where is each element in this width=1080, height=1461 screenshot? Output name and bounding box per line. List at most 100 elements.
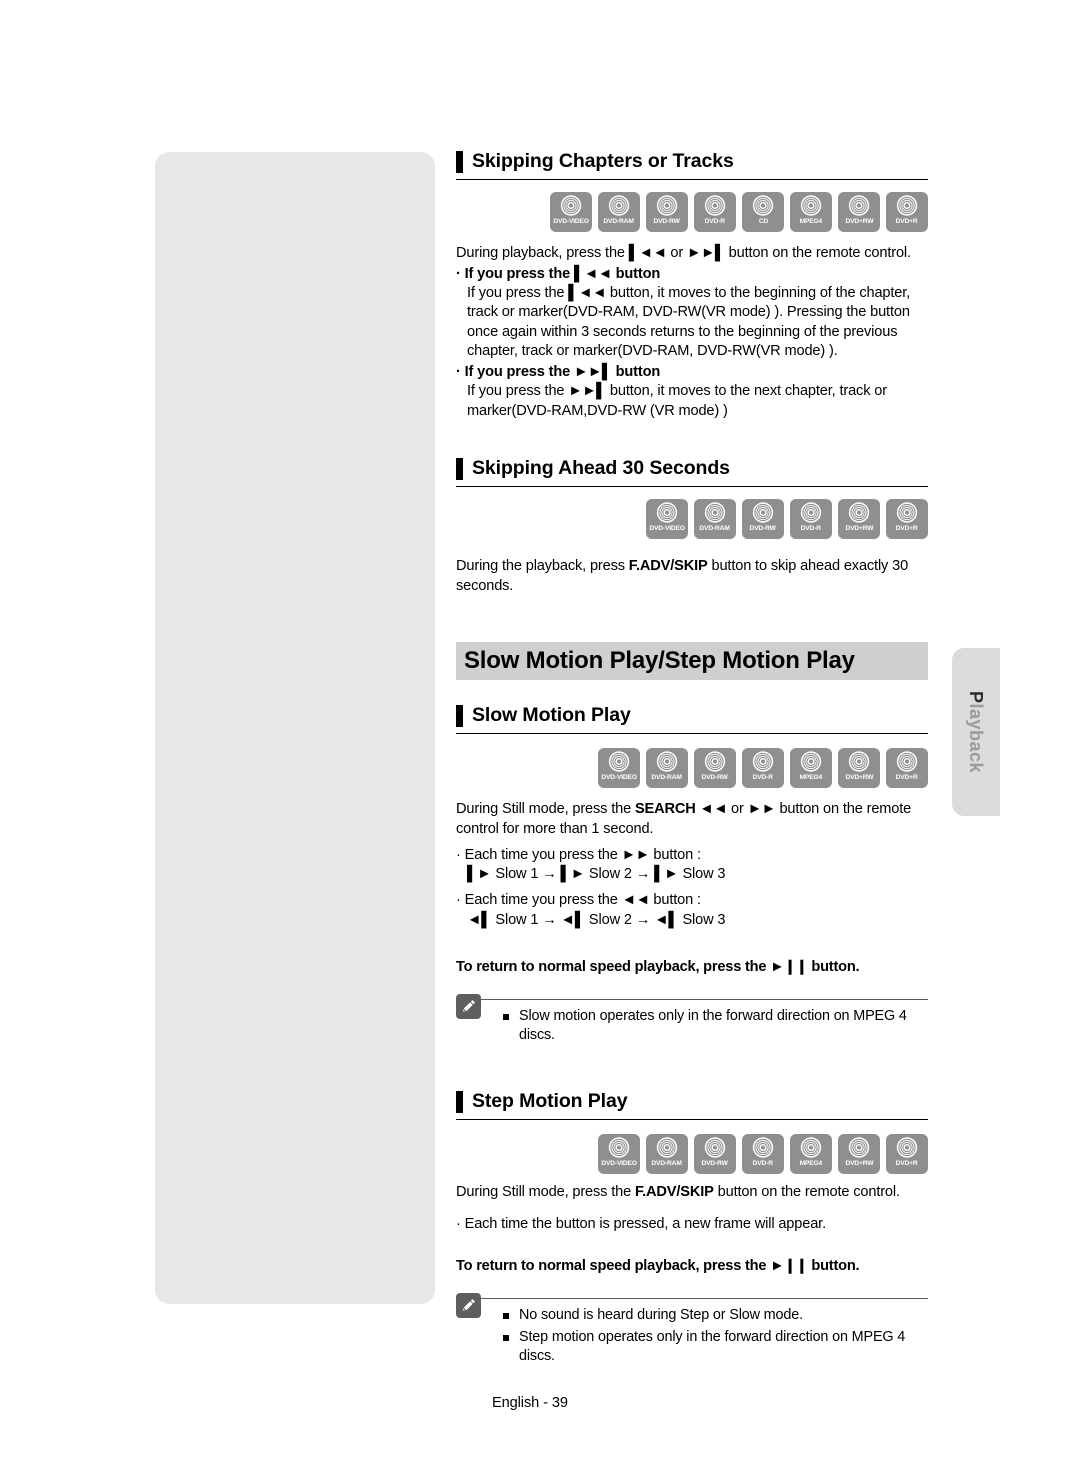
note-pencil-icon (456, 993, 481, 1019)
disc-glyph-icon (560, 195, 582, 216)
disc-glyph-icon (608, 1137, 630, 1158)
disc-icon-mpeg4: MPEG4 (790, 1133, 832, 1174)
disc-icon-label: DVD-RW (653, 218, 681, 225)
list-item-post: button : (649, 846, 701, 863)
disc-icon-mpeg4: MPEG4 (790, 748, 832, 789)
section-heading-slow-motion-play: Slow Motion Play (456, 702, 928, 735)
bullet-head-pre: · If you press the (456, 265, 574, 282)
disc-glyph-icon (896, 751, 918, 773)
intro-text-post: button on the remote control. (713, 1183, 900, 1200)
disc-icon-label: DVD-RW (701, 1159, 729, 1167)
step-motion-return-note: To return to normal speed playback, pres… (456, 1256, 928, 1276)
disc-icon-dvd-plus-r: DVD+R (886, 499, 928, 540)
rewind-glyph-icon: ◄◄ (695, 801, 728, 818)
bullet-head-prev-button: · If you press the ▌◄◄ button (456, 264, 928, 284)
prev-track-glyph-icon: ▌◄◄ (628, 245, 667, 261)
disc-icon-dvd-video: DVD-VIDEO (646, 499, 688, 540)
disc-icon-dvd-plus-r: DVD+R (886, 748, 928, 789)
note-item: Step motion operates only in the forward… (502, 1328, 928, 1367)
next-track-glyph-icon: ►►▌ (687, 245, 725, 261)
note-list-step-motion: No sound is heard during Step or Slow mo… (502, 1306, 928, 1367)
bullet-head-post: button (611, 265, 661, 282)
section-heading-step-motion-play: Step Motion Play (456, 1088, 928, 1120)
disc-icon-label: DVD-VIDEO (553, 218, 589, 225)
fast-forward-glyph-icon: ►► (747, 801, 776, 818)
disc-icon-dvd-plus-rw: DVD+RW (838, 499, 880, 540)
intro-text-pre: During playback, press the (456, 245, 629, 261)
section-heading-skipping-chapters: Skipping Chapters or Tracks (456, 148, 928, 180)
note-item: Slow motion operates only in the forward… (502, 1007, 928, 1046)
disc-glyph-icon (848, 1137, 870, 1158)
list-item-post: button : (649, 892, 701, 909)
skipping-chapters-intro: During playback, press the ▌◄◄ or ►►▌ bu… (456, 244, 928, 264)
bullet-head-pre: · If you press the (456, 363, 574, 380)
disc-icon-label: DVD-R (704, 218, 726, 225)
disc-glyph-icon (752, 751, 774, 773)
disc-icon-dvd-ram: DVD-RAM (694, 499, 736, 540)
disc-icon-label: DVD-RW (701, 774, 729, 782)
disc-icon-dvd-rw: DVD-RW (694, 1133, 736, 1174)
intro-text-mid: or (666, 245, 688, 261)
left-decorative-panel (155, 152, 435, 1304)
disc-glyph-icon (608, 751, 630, 773)
disc-icon-dvd-plus-r: DVD+R (886, 1133, 928, 1174)
disc-icon-row-skipping-ahead: DVD-VIDEO DVD-RAM DVD-RW DVD-R DVD+RW DV… (456, 499, 928, 540)
disc-icon-cd: CD (742, 192, 784, 232)
step-motion-list-item: · Each time the button is pressed, a new… (456, 1215, 826, 1232)
note-pencil-icon (456, 1293, 481, 1319)
disc-icon-label: MPEG4 (799, 774, 823, 782)
disc-glyph-icon (752, 1137, 774, 1158)
list-item-pre: · Each time you press the (456, 892, 622, 909)
disc-glyph-icon (656, 502, 678, 523)
button-name-search: SEARCH (634, 801, 696, 818)
page-footer: English - 39 (492, 1395, 568, 1412)
disc-glyph-icon (800, 751, 822, 773)
disc-icon-dvd-plus-r: DVD+R (886, 192, 928, 232)
disc-icon-dvd-ram: DVD-RAM (646, 748, 688, 789)
next-track-glyph-icon: ►►▌ (573, 363, 612, 380)
disc-icon-label: DVD-R (752, 1159, 774, 1167)
intro-text-post: button on the remote control. (724, 245, 911, 261)
disc-icon-row-step-motion: DVD-VIDEO DVD-RAM DVD-RW DVD-R MPEG4 DVD… (456, 1133, 928, 1174)
slow-motion-step-forward-head: · Each time you press the ►► button : (456, 846, 928, 866)
disc-icon-dvd-video: DVD-VIDEO (598, 1133, 640, 1174)
bullet-head-post: button (611, 363, 661, 380)
slow-motion-return-note: To return to normal speed playback, pres… (456, 957, 928, 977)
disc-icon-row-slow-motion: DVD-VIDEO DVD-RAM DVD-RW DVD-R MPEG4 DVD… (456, 748, 928, 789)
disc-icon-label: DVD-VIDEO (601, 1159, 637, 1167)
disc-icon-dvd-plus-rw: DVD+RW (838, 748, 880, 789)
intro-text-mid: or (727, 801, 748, 818)
disc-glyph-icon (656, 751, 678, 773)
step-motion-intro: During Still mode, press the F.ADV/SKIP … (456, 1183, 928, 1203)
disc-glyph-icon (800, 502, 822, 523)
prev-track-glyph-icon: ▌◄◄ (568, 284, 607, 301)
disc-icon-label: MPEG4 (799, 218, 823, 225)
intro-text-pre: During Still mode, press the (456, 1183, 635, 1200)
play-pause-glyph-icon: ►❙❙ (770, 958, 808, 975)
page-content: Skipping Chapters or Tracks DVD-VIDEO DV… (456, 148, 928, 1411)
disc-icon-dvd-rw: DVD-RW (646, 192, 688, 232)
disc-glyph-icon (704, 751, 726, 773)
disc-icon-label: DVD+RW (845, 1159, 873, 1167)
bullet-body-pre: If you press the (467, 284, 569, 301)
disc-glyph-icon (848, 751, 870, 773)
disc-icon-dvd-plus-rw: DVD+RW (838, 1133, 880, 1174)
side-tab-playback: Playback (952, 648, 1000, 816)
note-list-slow-motion: Slow motion operates only in the forward… (502, 1007, 928, 1046)
disc-icon-dvd-video: DVD-VIDEO (598, 748, 640, 789)
note-box-slow-motion: Slow motion operates only in the forward… (456, 993, 928, 1046)
disc-icon-label: DVD+R (896, 774, 918, 782)
return-note-post: button. (807, 958, 860, 975)
disc-icon-dvd-video: DVD-VIDEO (550, 192, 592, 232)
disc-icon-dvd-r: DVD-R (742, 748, 784, 789)
side-tab-label: Playback (952, 648, 1000, 816)
slow-motion-forward-sequence: ▌► Slow 1 → ▌► Slow 2 → ▌► Slow 3 (467, 866, 726, 883)
disc-icon-label: DVD-R (752, 774, 774, 782)
disc-icon-label: DVD-R (800, 525, 822, 533)
disc-icon-label: DVD-VIDEO (649, 525, 685, 533)
disc-glyph-icon (656, 1137, 678, 1158)
disc-icon-label: DVD-RW (749, 525, 777, 533)
disc-icon-label: DVD-RAM (651, 1159, 683, 1167)
disc-icon-label: DVD+R (896, 1159, 918, 1167)
disc-icon-dvd-r: DVD-R (742, 1133, 784, 1174)
